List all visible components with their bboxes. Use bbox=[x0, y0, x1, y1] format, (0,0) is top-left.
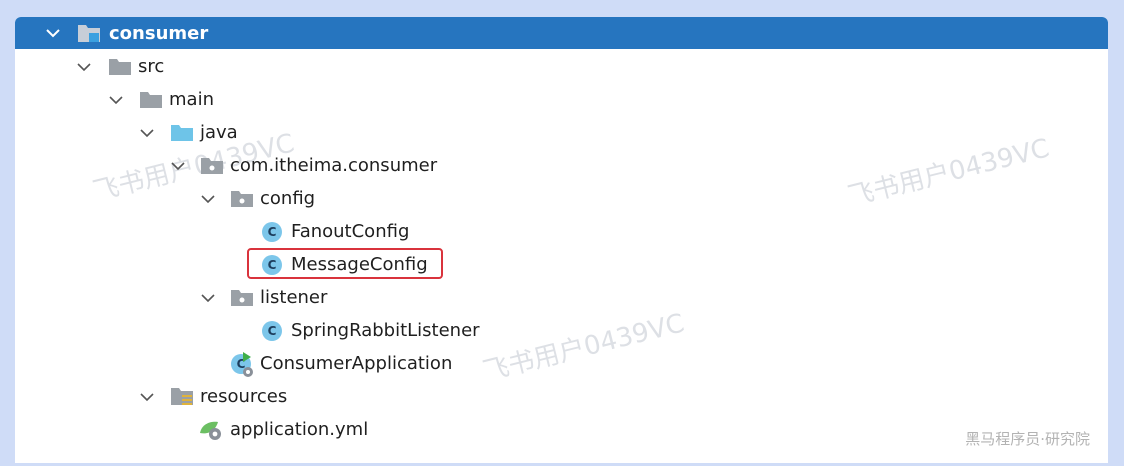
chevron-down-icon[interactable] bbox=[74, 57, 94, 77]
package-icon bbox=[199, 155, 225, 177]
chevron-down-icon[interactable] bbox=[198, 288, 218, 308]
project-tree-panel: 飞书用户0439VC 飞书用户0439VC 飞书用户0439VC consume… bbox=[15, 17, 1108, 463]
tree-row-springrabbitlistener[interactable]: C SpringRabbitListener bbox=[15, 314, 1108, 347]
package-icon bbox=[229, 287, 255, 309]
chevron-down-icon[interactable] bbox=[198, 189, 218, 209]
tree-label-consumerapplication: ConsumerApplication bbox=[260, 353, 453, 374]
chevron-down-icon[interactable] bbox=[168, 156, 188, 176]
tree-row-main[interactable]: main bbox=[15, 83, 1108, 116]
tree-row-package-consumer[interactable]: com.itheima.consumer bbox=[15, 149, 1108, 182]
tree-label-main: main bbox=[169, 89, 214, 110]
tree-label-consumer: consumer bbox=[109, 22, 209, 44]
folder-icon bbox=[138, 89, 164, 111]
tree-row-fanoutconfig[interactable]: C FanoutConfig bbox=[15, 215, 1108, 248]
highlight-box bbox=[247, 248, 443, 279]
tree-row-config[interactable]: config bbox=[15, 182, 1108, 215]
tree-label-fanoutconfig: FanoutConfig bbox=[291, 221, 410, 242]
tree-label-resources: resources bbox=[200, 386, 288, 407]
tree-label-springrabbitlistener: SpringRabbitListener bbox=[291, 320, 480, 341]
tree-row-consumer[interactable]: consumer bbox=[15, 17, 1108, 49]
yaml-config-icon bbox=[198, 419, 224, 441]
tree-label-java: java bbox=[200, 122, 238, 143]
source-folder-icon bbox=[169, 122, 195, 144]
footer-watermark: 黑马程序员·研究院 bbox=[965, 430, 1090, 448]
chevron-down-icon[interactable] bbox=[137, 387, 157, 407]
resources-folder-icon bbox=[169, 386, 195, 408]
chevron-down-icon[interactable] bbox=[137, 123, 157, 143]
tree-row-java[interactable]: java bbox=[15, 116, 1108, 149]
tree-row-consumerapplication[interactable]: C ConsumerApplication bbox=[15, 347, 1108, 380]
tree-label-src: src bbox=[138, 56, 165, 77]
folder-icon bbox=[107, 56, 133, 78]
tree-row-resources[interactable]: resources bbox=[15, 380, 1108, 413]
tree-label-package-consumer: com.itheima.consumer bbox=[230, 155, 438, 176]
chevron-down-icon[interactable] bbox=[43, 23, 63, 43]
tree-row-application-yml[interactable]: application.yml bbox=[15, 413, 1108, 446]
tree-row-messageconfig[interactable]: C MessageConfig bbox=[15, 248, 1108, 281]
tree-row-listener[interactable]: listener bbox=[15, 281, 1108, 314]
class-icon: C bbox=[259, 221, 285, 243]
module-folder-icon bbox=[76, 22, 102, 44]
tree-label-config: config bbox=[260, 188, 316, 209]
tree-label-application-yml: application.yml bbox=[230, 419, 369, 440]
chevron-down-icon[interactable] bbox=[106, 90, 126, 110]
tree-row-src[interactable]: src bbox=[15, 50, 1108, 83]
package-icon bbox=[229, 188, 255, 210]
tree-label-listener: listener bbox=[260, 287, 328, 308]
spring-boot-class-icon: C bbox=[228, 351, 254, 377]
class-icon: C bbox=[259, 320, 285, 342]
